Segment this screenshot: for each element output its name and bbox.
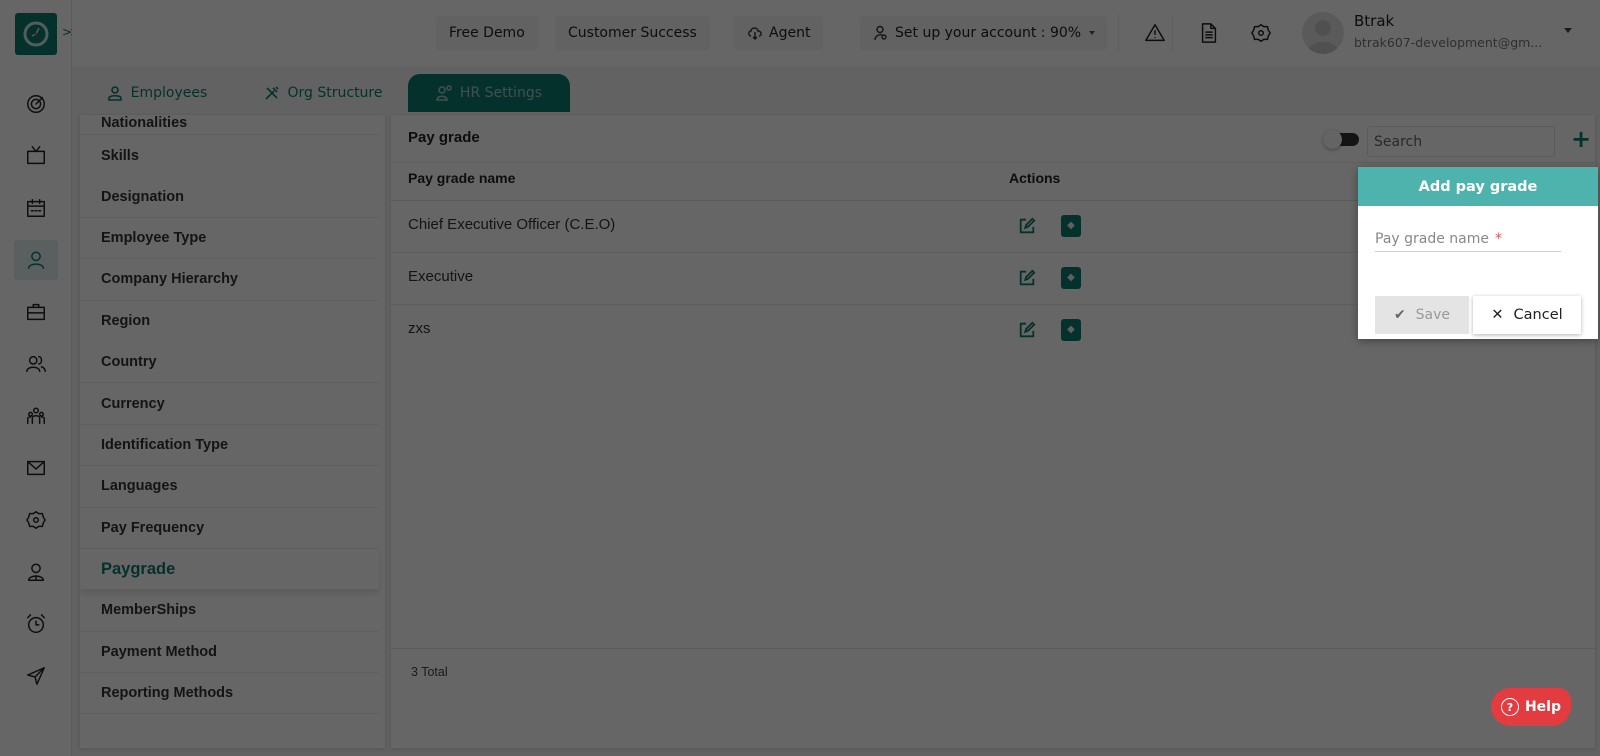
help-label: Help — [1524, 699, 1562, 715]
help-button[interactable]: ? Help — [1491, 688, 1571, 726]
cancel-label: Cancel — [1513, 307, 1563, 323]
modal-backdrop[interactable] — [0, 0, 1600, 756]
cancel-button[interactable]: ✕ Cancel — [1473, 296, 1581, 334]
save-button[interactable]: ✔ Save — [1375, 296, 1469, 334]
paygrade-name-input[interactable] — [1375, 226, 1561, 252]
check-icon: ✔ — [1393, 307, 1406, 323]
popup-title: Add pay grade — [1358, 167, 1598, 206]
add-paygrade-popup: Add pay grade Pay grade name * ✔ Save ✕ C… — [1358, 167, 1598, 339]
close-icon: ✕ — [1491, 307, 1504, 323]
help-icon: ? — [1500, 698, 1519, 716]
save-label: Save — [1415, 307, 1451, 323]
